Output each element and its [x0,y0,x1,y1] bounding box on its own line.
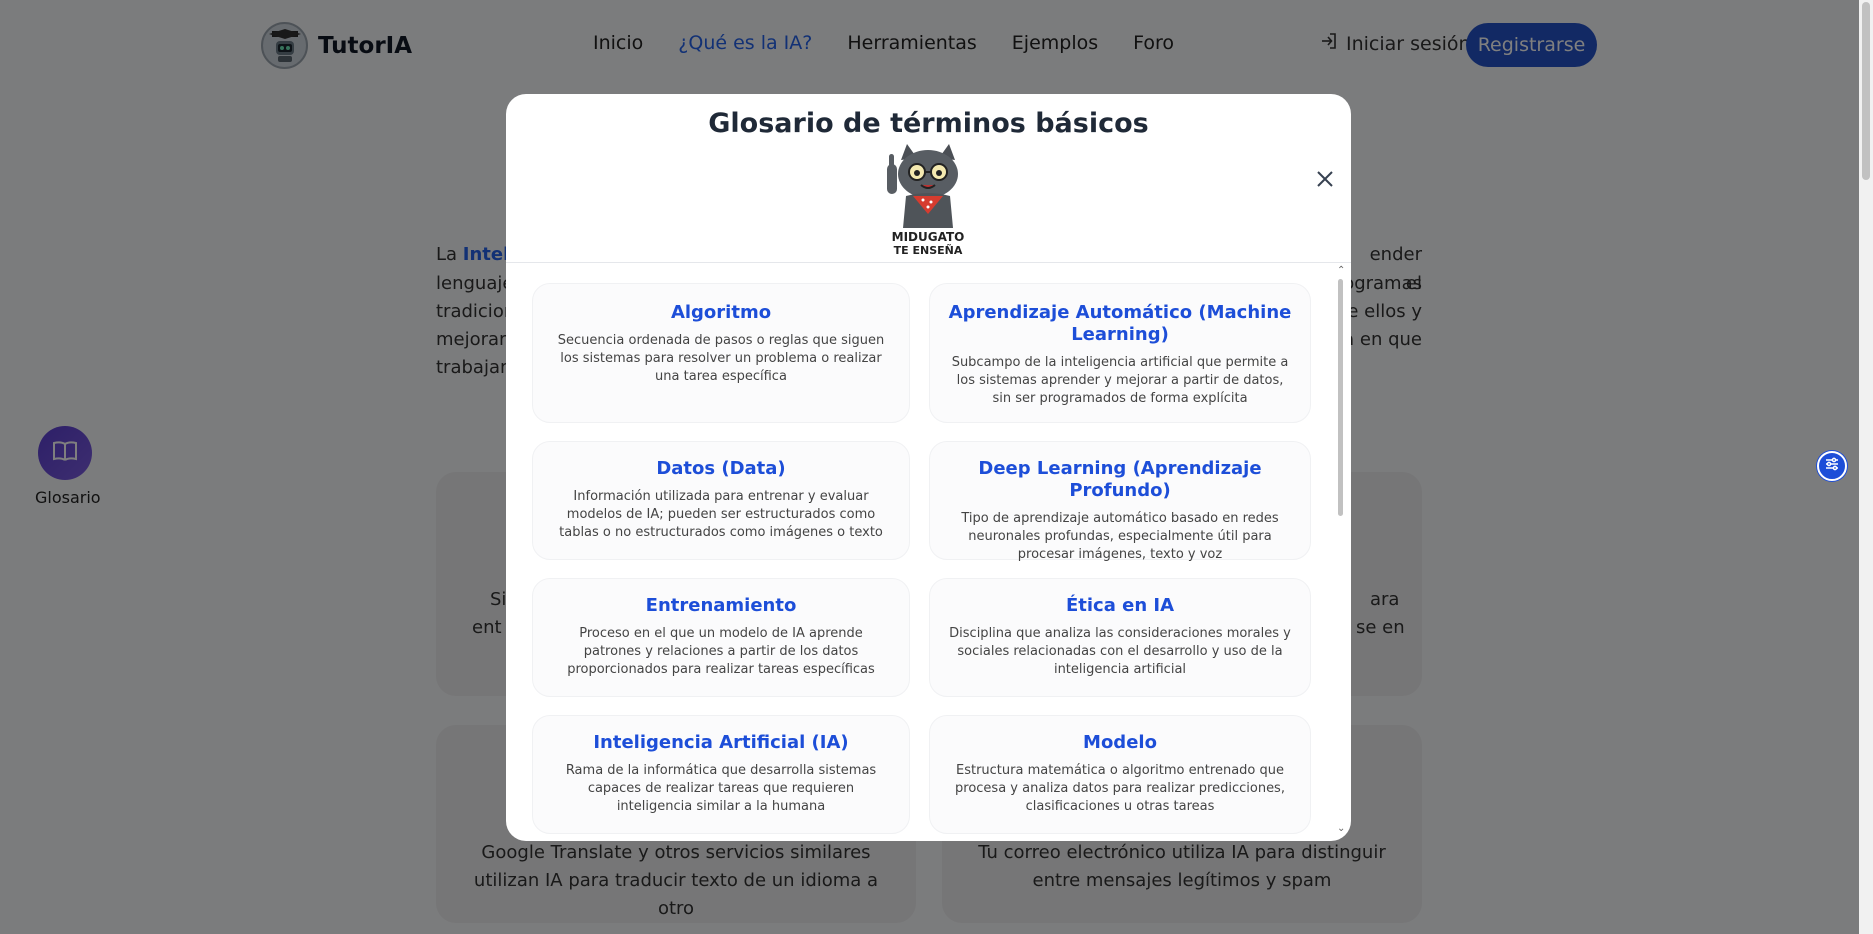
page-scrollbar[interactable] [1859,0,1873,934]
term-card-inteligencia-artificial: Inteligencia Artificial (IA) Rama de la … [532,715,910,834]
term-desc: Disciplina que analiza las consideracion… [949,626,1291,677]
glossary-modal: Glosario de términos básicos MIDUGATO TE… [506,94,1351,841]
glossary-terms-list[interactable]: Algoritmo Secuencia ordenada de pasos o … [506,263,1351,841]
term-card-datos: Datos (Data) Información utilizada para … [532,441,910,560]
midugato-mascot: MIDUGATO TE ENSEÑA [873,144,983,257]
term-card-entrenamiento: Entrenamiento Proceso en el que un model… [532,578,910,697]
close-modal-button[interactable] [1311,166,1339,194]
term-title: Deep Learning (Aprendizaje Profundo) [978,458,1262,501]
modal-scrollbar[interactable]: ⌃ ⌄ [1333,263,1347,841]
term-desc: Información utilizada para entrenar y ev… [559,489,883,540]
term-desc: Rama de la informática que desarrolla si… [565,763,877,814]
term-desc: Tipo de aprendizaje automático basado en… [961,511,1279,562]
term-title: Entrenamiento [645,595,797,616]
accessibility-settings-button[interactable] [1817,451,1847,481]
term-desc: Proceso en el que un modelo de IA aprend… [567,626,875,677]
scroll-up-icon[interactable]: ⌃ [1337,265,1345,276]
term-card-algoritmo: Algoritmo Secuencia ordenada de pasos o … [532,283,910,423]
term-title: Ética en IA [1065,595,1175,616]
close-icon [1315,169,1335,192]
mascot-caption-2: TE ENSEÑA [894,244,963,256]
scroll-down-icon[interactable]: ⌄ [1337,823,1345,834]
term-card-modelo: Modelo Estructura matemática o algoritmo… [929,715,1311,834]
term-title: Inteligencia Artificial (IA) [593,732,849,753]
term-title: Aprendizaje Automático (Machine Learning… [948,302,1292,345]
term-title: Modelo [1083,732,1157,753]
term-desc: Secuencia ordenada de pasos o reglas que… [557,333,885,384]
term-title: Algoritmo [670,302,772,323]
term-card-deep-learning: Deep Learning (Aprendizaje Profundo) Tip… [929,441,1311,562]
term-title: Datos (Data) [656,458,786,479]
term-desc: Estructura matemática o algoritmo entren… [955,763,1285,814]
modal-title: Glosario de términos básicos [708,108,1149,139]
modal-scrollbar-thumb[interactable] [1338,279,1343,516]
term-card-aprendizaje-automatico: Aprendizaje Automático (Machine Learning… [929,283,1311,423]
sliders-icon [1824,456,1840,476]
term-desc: Subcampo de la inteligencia artificial q… [951,355,1289,406]
term-card-etica-en-ia: Ética en IA Disciplina que analiza las c… [929,578,1311,697]
mascot-caption-1: MIDUGATO [892,230,965,244]
page-scrollbar-thumb[interactable] [1862,2,1870,180]
